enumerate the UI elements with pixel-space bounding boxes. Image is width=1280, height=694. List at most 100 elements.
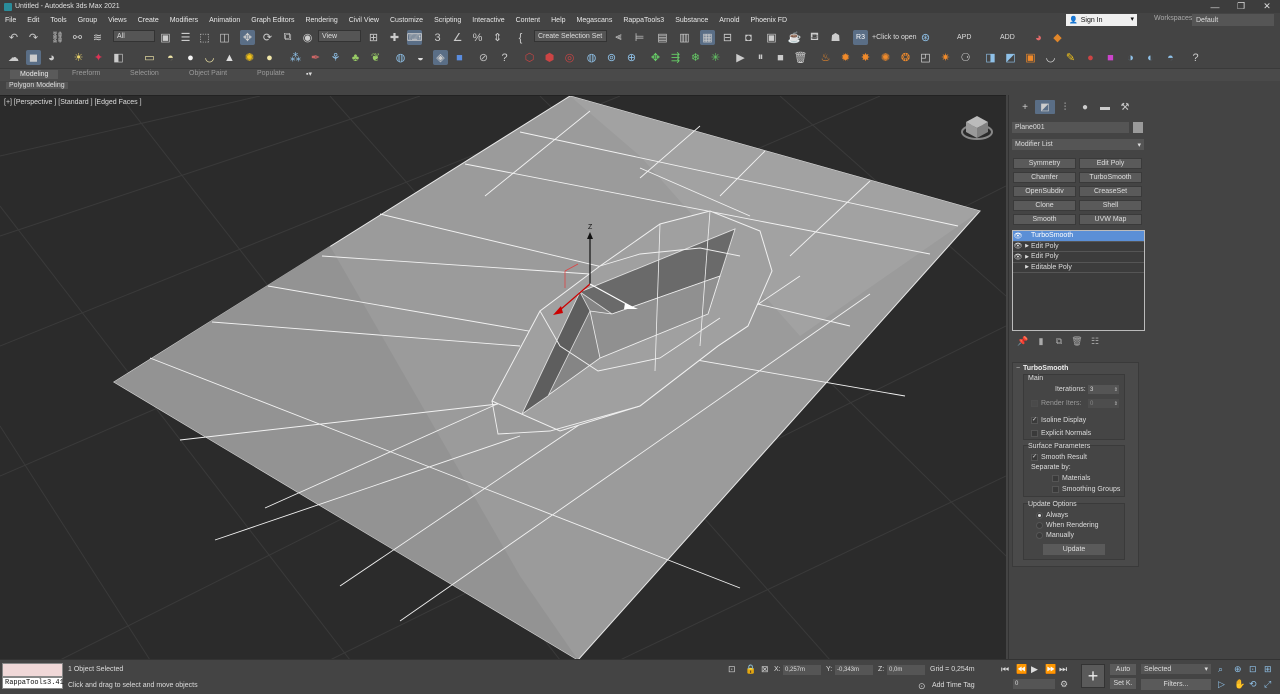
expand-triangle-icon[interactable]: ▶ [1023,264,1031,270]
menu-rendering[interactable]: Rendering [305,17,337,24]
ocean-icon[interactable]: ◨ [983,50,998,65]
next-frame-icon[interactable]: ⏩ [1045,664,1056,675]
smooth-result-checkbox[interactable]: ✓ [1031,454,1038,461]
manually-radio[interactable] [1036,532,1043,539]
burn-icon[interactable]: ✷ [938,50,953,65]
help-icon[interactable]: ? [1188,50,1203,65]
smooth-button[interactable]: Smooth [1013,214,1076,225]
link-icon[interactable]: ⛓ [50,30,65,45]
stack-item-turbosmooth[interactable]: 👁 TurboSmooth [1013,231,1144,242]
menu-animation[interactable]: Animation [209,17,240,24]
spline-icon[interactable]: ✒ [308,50,323,65]
maximize-icon[interactable]: ❐ [1228,0,1254,13]
close-icon[interactable]: ✕ [1254,0,1280,13]
menu-civil-view[interactable]: Civil View [349,17,379,24]
maximize-viewport-icon[interactable]: ⤢ [1264,679,1271,690]
motion-tab-icon[interactable]: ● [1075,100,1095,114]
helper-icon[interactable]: ✦ [91,50,106,65]
create-sphere-icon[interactable]: ◕ [44,50,59,65]
opensubdiv-button[interactable]: OpenSubdiv [1013,186,1076,197]
menu-customize[interactable]: Customize [390,17,423,24]
particles-icon[interactable]: ⁂ [288,50,303,65]
vortex-icon[interactable]: ◓ [1163,50,1178,65]
go-to-end-icon[interactable]: ⏭ [1059,664,1067,675]
modifier-list-dropdown[interactable]: Modifier List ▾ [1012,139,1144,150]
hair-icon[interactable]: ⚘ [328,50,343,65]
materials-checkbox[interactable] [1052,475,1059,482]
schematic-view-icon[interactable]: ⊟ [720,30,735,45]
display-tab-icon[interactable]: ▬ [1095,100,1115,114]
menu-group[interactable]: Group [78,17,97,24]
smoke-sim-icon[interactable]: ✸ [858,50,873,65]
zoom-all-icon[interactable]: ⊕ [1234,664,1242,675]
tab-selection[interactable]: Selection [130,70,159,77]
magenta-cube-icon[interactable]: ■ [1103,50,1118,65]
update-button[interactable]: Update [1043,544,1105,555]
smoothing-groups-checkbox[interactable] [1052,486,1059,493]
select-by-name-icon[interactable]: ☰ [178,30,193,45]
menu-rappatools3[interactable]: RappaTools3 [623,17,664,24]
menu-phoenix-fd[interactable]: Phoenix FD [751,17,788,24]
menu-help[interactable]: Help [551,17,565,24]
set-key-icon[interactable]: + [1081,664,1105,688]
redo-icon[interactable]: ↷ [26,30,41,45]
edit-named-selection-icon[interactable]: { [513,30,528,45]
select-place-icon[interactable]: ◉ [300,30,315,45]
menu-content[interactable]: Content [516,17,541,24]
play-icon[interactable]: ▶ [1031,664,1038,675]
sphere-primitive-icon[interactable]: ● [183,50,198,65]
clear-sim-icon[interactable]: 🗑 [793,50,808,65]
show-end-result-icon[interactable]: ▮ [1032,336,1050,347]
stop-sim-icon[interactable]: ■ [773,50,788,65]
tab-modeling[interactable]: Modeling [10,70,59,79]
turbosmooth-button[interactable]: TurboSmooth [1079,172,1142,183]
collapse-icon[interactable]: − [1016,365,1020,372]
z-coord-field[interactable]: 0,0m [887,665,925,675]
mesher-icon[interactable]: ◰ [918,50,933,65]
eye-icon[interactable]: 👁 [1013,242,1023,250]
selection-lock-icon[interactable]: 🔒 [745,664,756,675]
align-icon[interactable]: ⊨ [632,30,647,45]
play-sim-icon[interactable]: ▶ [733,50,748,65]
collider-icon[interactable]: ✥ [648,50,663,65]
pause-sim-icon[interactable]: ⏸ [753,50,768,65]
rappatools-menu-icon[interactable]: ⊛ [918,30,933,45]
ribbon-options-icon[interactable]: ▪▾ [306,70,312,78]
object-color-swatch[interactable] [1133,122,1143,133]
layer-explorer-icon[interactable]: ▤ [655,30,670,45]
menu-substance[interactable]: Substance [675,17,708,24]
ice-icon[interactable]: ❄ [688,50,703,65]
fire-source-icon[interactable]: ♨ [818,50,833,65]
rollout-title[interactable]: TurboSmooth [1023,365,1068,372]
bind-spacewarp-icon[interactable]: ≋ [90,30,105,45]
render-production-icon[interactable]: ⛾ [807,30,822,45]
percent-snap-icon[interactable]: % [470,30,485,45]
torus-blue-icon[interactable]: ◍ [584,50,599,65]
phoenix-fire-icon[interactable]: ◆ [1050,30,1065,45]
window-crossing-icon[interactable]: ◫ [217,30,232,45]
reference-coord-dropdown[interactable]: View [318,30,361,42]
polygon-modeling-panel[interactable]: Polygon Modeling [6,82,68,89]
sky-icon[interactable]: ◒ [413,50,428,65]
sphere-red-icon[interactable]: ◎ [562,50,577,65]
select-rotate-icon[interactable]: ⟳ [260,30,275,45]
key-filters-button[interactable]: Filters... [1141,679,1211,690]
viewcube[interactable] [961,112,993,142]
menu-interactive[interactable]: Interactive [472,17,504,24]
create-box-icon[interactable]: ◼ [26,50,41,65]
expand-triangle-icon[interactable]: ▶ [1023,254,1031,260]
menu-edit[interactable]: Edit [27,17,39,24]
click-to-open-label[interactable]: +Click to open [872,34,917,41]
light-icon[interactable]: ☀ [71,50,86,65]
snaps-toggle-icon[interactable]: 3 [430,30,445,45]
auto-key-button[interactable]: Auto [1110,664,1136,675]
liquid-icon[interactable]: ❂ [898,50,913,65]
rappatools-icon[interactable]: R3 [853,30,868,45]
hide-toolbar-icon[interactable]: ☁ [6,50,21,65]
hierarchy-tab-icon[interactable]: ⫶ [1055,100,1075,114]
expand-triangle-icon[interactable]: ▶ [1023,243,1031,249]
render-setup-icon[interactable]: ▣ [764,30,779,45]
symmetry-button[interactable]: Symmetry [1013,158,1076,169]
make-unique-icon[interactable]: ⧉ [1050,336,1068,347]
wave-icon[interactable]: ◑ [1123,50,1138,65]
